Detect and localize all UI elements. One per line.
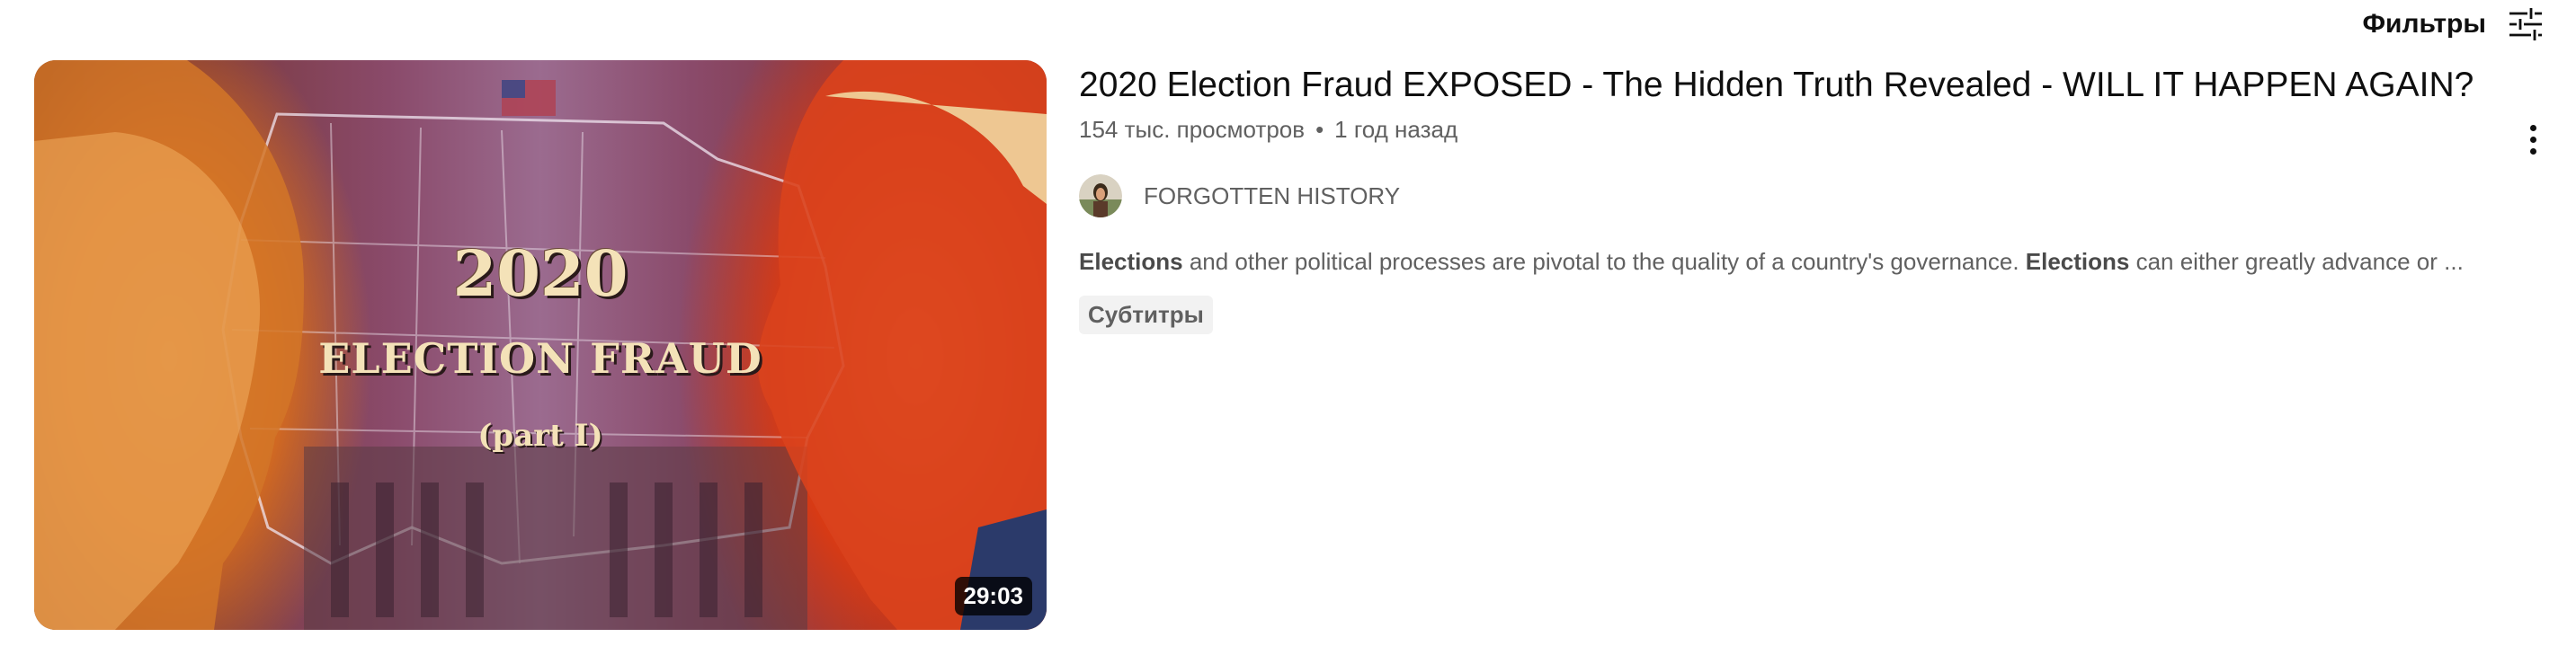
subtitles-badge: Субтитры bbox=[1079, 296, 1213, 334]
duration-badge: 29:03 bbox=[954, 577, 1032, 615]
filters-button[interactable]: Фильтры bbox=[2362, 0, 2547, 49]
channel-avatar[interactable] bbox=[1079, 174, 1122, 217]
video-title[interactable]: 2020 Election Fraud EXPOSED - The Hidden… bbox=[1079, 60, 2518, 111]
upload-age: 1 год назад bbox=[1334, 116, 1458, 143]
thumbnail-subline: (part I) bbox=[477, 418, 603, 454]
view-count: 154 тыс. просмотров bbox=[1079, 116, 1306, 143]
video-meta: 2020 Election Fraud EXPOSED - The Hidden… bbox=[1079, 60, 2518, 334]
description-highlight: Elections bbox=[2025, 248, 2130, 275]
channel-name[interactable]: FORGOTTEN HISTORY bbox=[1144, 182, 1400, 210]
description-text: can either greatly advance or ... bbox=[2129, 248, 2464, 275]
video-result: 2020 ELECTION FRAUD (part I) 29:03 2020 … bbox=[34, 60, 2576, 630]
video-thumbnail[interactable]: 2020 ELECTION FRAUD (part I) 29:03 bbox=[34, 60, 1047, 630]
thumbnail-year: 2020 bbox=[452, 236, 628, 311]
description-highlight: Elections bbox=[1079, 248, 1183, 275]
video-stats: 154 тыс. просмотров • 1 год назад bbox=[1079, 116, 2518, 144]
video-description: Elections and other political processes … bbox=[1079, 248, 2518, 276]
filters-label: Фильтры bbox=[2362, 9, 2486, 39]
meta-separator: • bbox=[1315, 116, 1324, 143]
description-text: and other political processes are pivota… bbox=[1182, 248, 2026, 275]
thumbnail-headline: ELECTION FRAUD bbox=[318, 334, 762, 383]
filter-sliders-icon bbox=[2509, 8, 2542, 40]
channel-link[interactable]: FORGOTTEN HISTORY bbox=[1079, 174, 2518, 217]
more-vert-icon[interactable] bbox=[2515, 118, 2551, 161]
